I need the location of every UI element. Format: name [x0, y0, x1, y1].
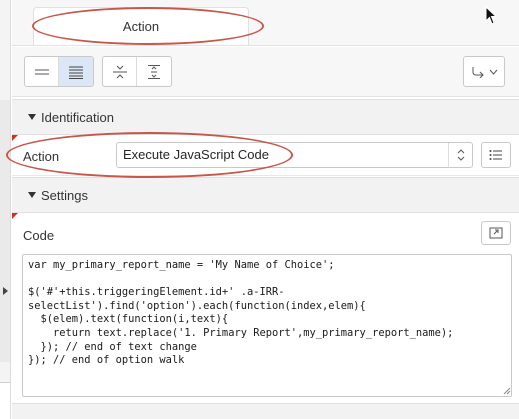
lines-button[interactable]	[59, 57, 93, 86]
align-middle-button[interactable]	[137, 57, 171, 86]
identification-title: Identification	[41, 109, 114, 125]
list-icon	[489, 150, 502, 160]
property-editor-panel: Action Identification Action Execute Jav…	[12, 0, 519, 419]
action-field-label: Action	[23, 149, 60, 164]
split-vertical-button[interactable]	[103, 57, 137, 86]
expand-arrow-icon[interactable]	[3, 287, 8, 295]
one-line-icon	[34, 69, 49, 74]
code-editor[interactable]: var my_primary_report_name = 'My Name of…	[22, 254, 512, 397]
collapse-triangle-icon	[28, 114, 36, 120]
identification-section-header[interactable]: Identification	[12, 99, 519, 135]
collapse-triangle-icon	[28, 192, 36, 198]
resize-grip-icon[interactable]	[502, 386, 511, 395]
action-select-value: Execute JavaScript Code	[123, 147, 269, 162]
expand-icon	[489, 227, 503, 239]
tab-action[interactable]: Action	[33, 7, 249, 45]
layout-button-group-2	[102, 56, 172, 87]
settings-section-header[interactable]: Settings	[12, 177, 519, 213]
toolbar	[12, 47, 519, 97]
action-field-row: Action Execute JavaScript Code	[12, 135, 519, 176]
required-marker	[12, 213, 18, 219]
one-line-button[interactable]	[25, 57, 59, 86]
code-field-label: Code	[23, 228, 55, 243]
required-marker	[12, 135, 18, 141]
list-values-button[interactable]	[481, 142, 511, 168]
chevron-down-icon	[489, 69, 497, 75]
gutter-selection	[0, 100, 10, 362]
tab-bar: Action	[12, 0, 519, 46]
settings-title: Settings	[41, 187, 88, 203]
layout-button-group-1	[24, 56, 94, 87]
gutter-bottom-box	[0, 382, 10, 419]
next-section-header[interactable]	[12, 403, 519, 419]
left-gutter	[0, 0, 11, 419]
arrow-redirect-icon	[472, 66, 484, 78]
lines-icon	[69, 66, 83, 79]
action-select[interactable]: Execute JavaScript Code	[116, 142, 473, 168]
expand-code-editor-button[interactable]	[481, 221, 511, 245]
split-vertical-icon	[112, 65, 127, 78]
select-arrows-icon	[448, 143, 472, 167]
align-middle-icon	[148, 64, 160, 79]
action-menu-button[interactable]	[463, 56, 505, 87]
mouse-cursor-icon	[485, 6, 498, 25]
